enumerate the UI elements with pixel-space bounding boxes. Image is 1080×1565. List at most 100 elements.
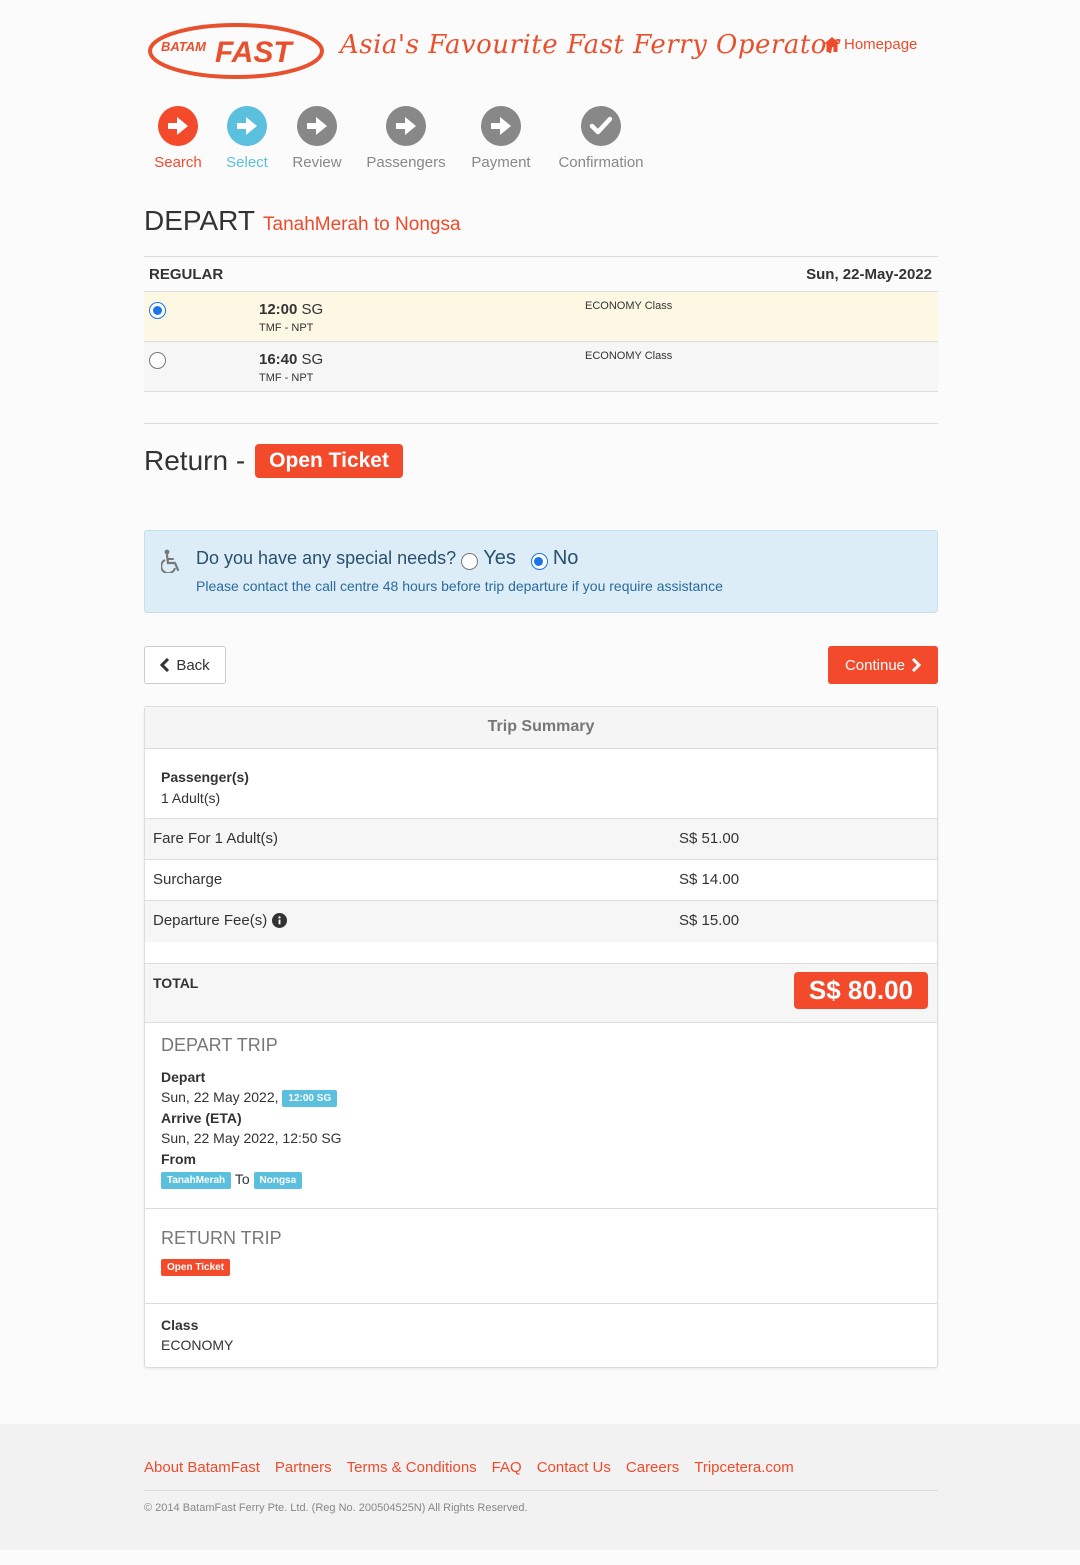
trip-time-value: 16:40 (259, 351, 298, 368)
step-passengers-label: Passengers (366, 154, 446, 171)
special-needs-yes[interactable]: Yes (461, 547, 516, 570)
footer-link-faq[interactable]: FAQ (492, 1459, 522, 1476)
trip-row[interactable]: 16:40 SG TMF - NPT ECONOMY Class (144, 342, 938, 392)
fare-label: Fare For 1 Adult(s) (153, 830, 279, 847)
surcharge-row: Surcharge S$ 14.00 (145, 860, 937, 901)
depart-trip-block: DEPART TRIP Depart Sun, 22 May 2022, 12:… (145, 1023, 937, 1209)
schedule-date: Sun, 22-May-2022 (806, 265, 932, 283)
trip-radio-selected[interactable] (149, 302, 166, 319)
depart-heading: DEPART TanahMerah to Nongsa (144, 205, 461, 237)
return-heading: Return - Open Ticket (144, 444, 403, 478)
footer-link-about[interactable]: About BatamFast (144, 1459, 260, 1476)
arrow-right-icon (297, 106, 337, 146)
passengers-value: 1 Adult(s) (161, 790, 221, 806)
surcharge-value: S$ 14.00 (679, 871, 740, 888)
arrive-label: Arrive (ETA) (161, 1109, 242, 1126)
special-needs-no[interactable]: No (530, 547, 579, 570)
step-payment: Payment (468, 106, 534, 171)
trip-zone: SG (301, 301, 324, 318)
page: BATAM FAST Asia's Favourite Fast Ferry O… (0, 0, 1080, 1565)
back-button-label: Back (176, 656, 210, 674)
return-trip-block: RETURN TRIP Open Ticket (145, 1209, 937, 1304)
total-amount: S$ 80.00 (793, 972, 928, 1009)
depart-line: Sun, 22 May 2022, 12:00 SG (161, 1087, 921, 1108)
total-label: TOTAL (153, 975, 199, 991)
surcharge-label: Surcharge (153, 871, 223, 888)
step-confirmation: Confirmation (554, 106, 648, 171)
trip-row[interactable]: 12:00 SG TMF - NPT ECONOMY Class (144, 292, 938, 342)
trip-class: ECONOMY Class (585, 300, 673, 312)
arrive-value: Sun, 22 May 2022, 12:50 SG (161, 1130, 342, 1146)
total-row: TOTAL S$ 80.00 (145, 964, 937, 1023)
continue-button-label: Continue (844, 656, 906, 674)
trip-time: 16:40 SG (259, 351, 323, 368)
arrow-right-icon (481, 106, 521, 146)
info-icon[interactable] (272, 913, 288, 928)
batamfast-logo[interactable]: BATAM FAST (147, 22, 325, 80)
fare-row: Fare For 1 Adult(s) S$ 51.00 (145, 819, 937, 860)
special-needs-panel: Do you have any special needs? Yes No Pl… (144, 530, 938, 613)
step-select[interactable]: Select (222, 106, 272, 171)
trip-summary-panel: Trip Summary Passenger(s) 1 Adult(s) Far… (144, 706, 938, 1368)
schedule-header: REGULAR Sun, 22-May-2022 (144, 256, 938, 292)
no-label: No (552, 547, 579, 569)
step-search-label: Search (154, 154, 202, 171)
trip-code: TMF - NPT (259, 322, 314, 334)
continue-button[interactable]: Continue (828, 646, 938, 684)
depart-label: Depart (161, 1068, 206, 1085)
no-radio[interactable] (530, 553, 548, 570)
back-button[interactable]: Back (144, 646, 226, 684)
open-ticket-badge: Open Ticket (255, 444, 403, 478)
departure-fee-key: Departure Fee(s) (153, 912, 288, 929)
departure-fee-value: S$ 15.00 (679, 912, 740, 929)
check-icon (581, 106, 621, 146)
trip-zone: SG (301, 351, 324, 368)
divider (144, 423, 938, 424)
step-payment-label: Payment (471, 154, 531, 171)
footer-link-partners[interactable]: Partners (275, 1459, 332, 1476)
passengers-label: Passenger(s) (161, 769, 249, 785)
from-to-line: TanahMerah To Nongsa (161, 1169, 921, 1190)
wheelchair-icon (161, 549, 180, 573)
trip-class: ECONOMY Class (585, 350, 673, 362)
yes-radio[interactable] (461, 553, 479, 570)
home-icon (824, 37, 840, 52)
trip-radio[interactable] (149, 352, 166, 369)
arrow-right-icon (227, 106, 267, 146)
trip-code: TMF - NPT (259, 372, 314, 384)
departure-fee-label: Departure Fee(s) (153, 912, 268, 929)
step-search[interactable]: Search (152, 106, 204, 171)
footer-divider (144, 1490, 938, 1491)
footer-link-terms[interactable]: Terms & Conditions (347, 1459, 477, 1476)
special-needs-note: Please contact the call centre 48 hours … (196, 578, 723, 594)
from-label: From (161, 1150, 196, 1167)
depart-date: Sun, 22 May 2022, (161, 1089, 279, 1105)
tagline: Asia's Favourite Fast Ferry Operator (340, 30, 840, 60)
logo-top-text: BATAM (161, 39, 207, 54)
passengers-block: Passenger(s) 1 Adult(s) (145, 749, 937, 819)
spacer (145, 942, 937, 964)
footer-link-tripcetera[interactable]: Tripcetera.com (694, 1459, 793, 1476)
to-word: To (234, 1171, 250, 1187)
schedule-type: REGULAR (149, 265, 224, 283)
return-open-ticket-tag: Open Ticket (161, 1259, 231, 1277)
step-review: Review (290, 106, 344, 171)
departure-fee-row: Departure Fee(s) S$ 15.00 (145, 901, 937, 942)
step-passengers: Passengers (364, 106, 448, 171)
footer-link-contact[interactable]: Contact Us (537, 1459, 611, 1476)
depart-route: TanahMerah to Nongsa (263, 214, 461, 235)
special-needs-question-text: Do you have any special needs? (196, 548, 457, 568)
footer-link-careers[interactable]: Careers (626, 1459, 679, 1476)
depart-title: DEPART (144, 205, 255, 236)
trip-time-value: 12:00 (259, 301, 298, 318)
depart-schedule-table: REGULAR Sun, 22-May-2022 12:00 SG TMF - … (144, 256, 938, 392)
class-value: ECONOMY (161, 1337, 234, 1353)
class-block: Class ECONOMY (145, 1304, 937, 1355)
footer: About BatamFast Partners Terms & Conditi… (0, 1424, 1080, 1550)
chevron-right-icon (911, 658, 922, 672)
trip-summary-title: Trip Summary (145, 707, 937, 749)
return-title: Return - (144, 445, 246, 476)
chevron-left-icon (160, 658, 170, 672)
special-needs-question: Do you have any special needs? Yes No (196, 547, 578, 570)
homepage-link[interactable]: Homepage (824, 36, 917, 53)
